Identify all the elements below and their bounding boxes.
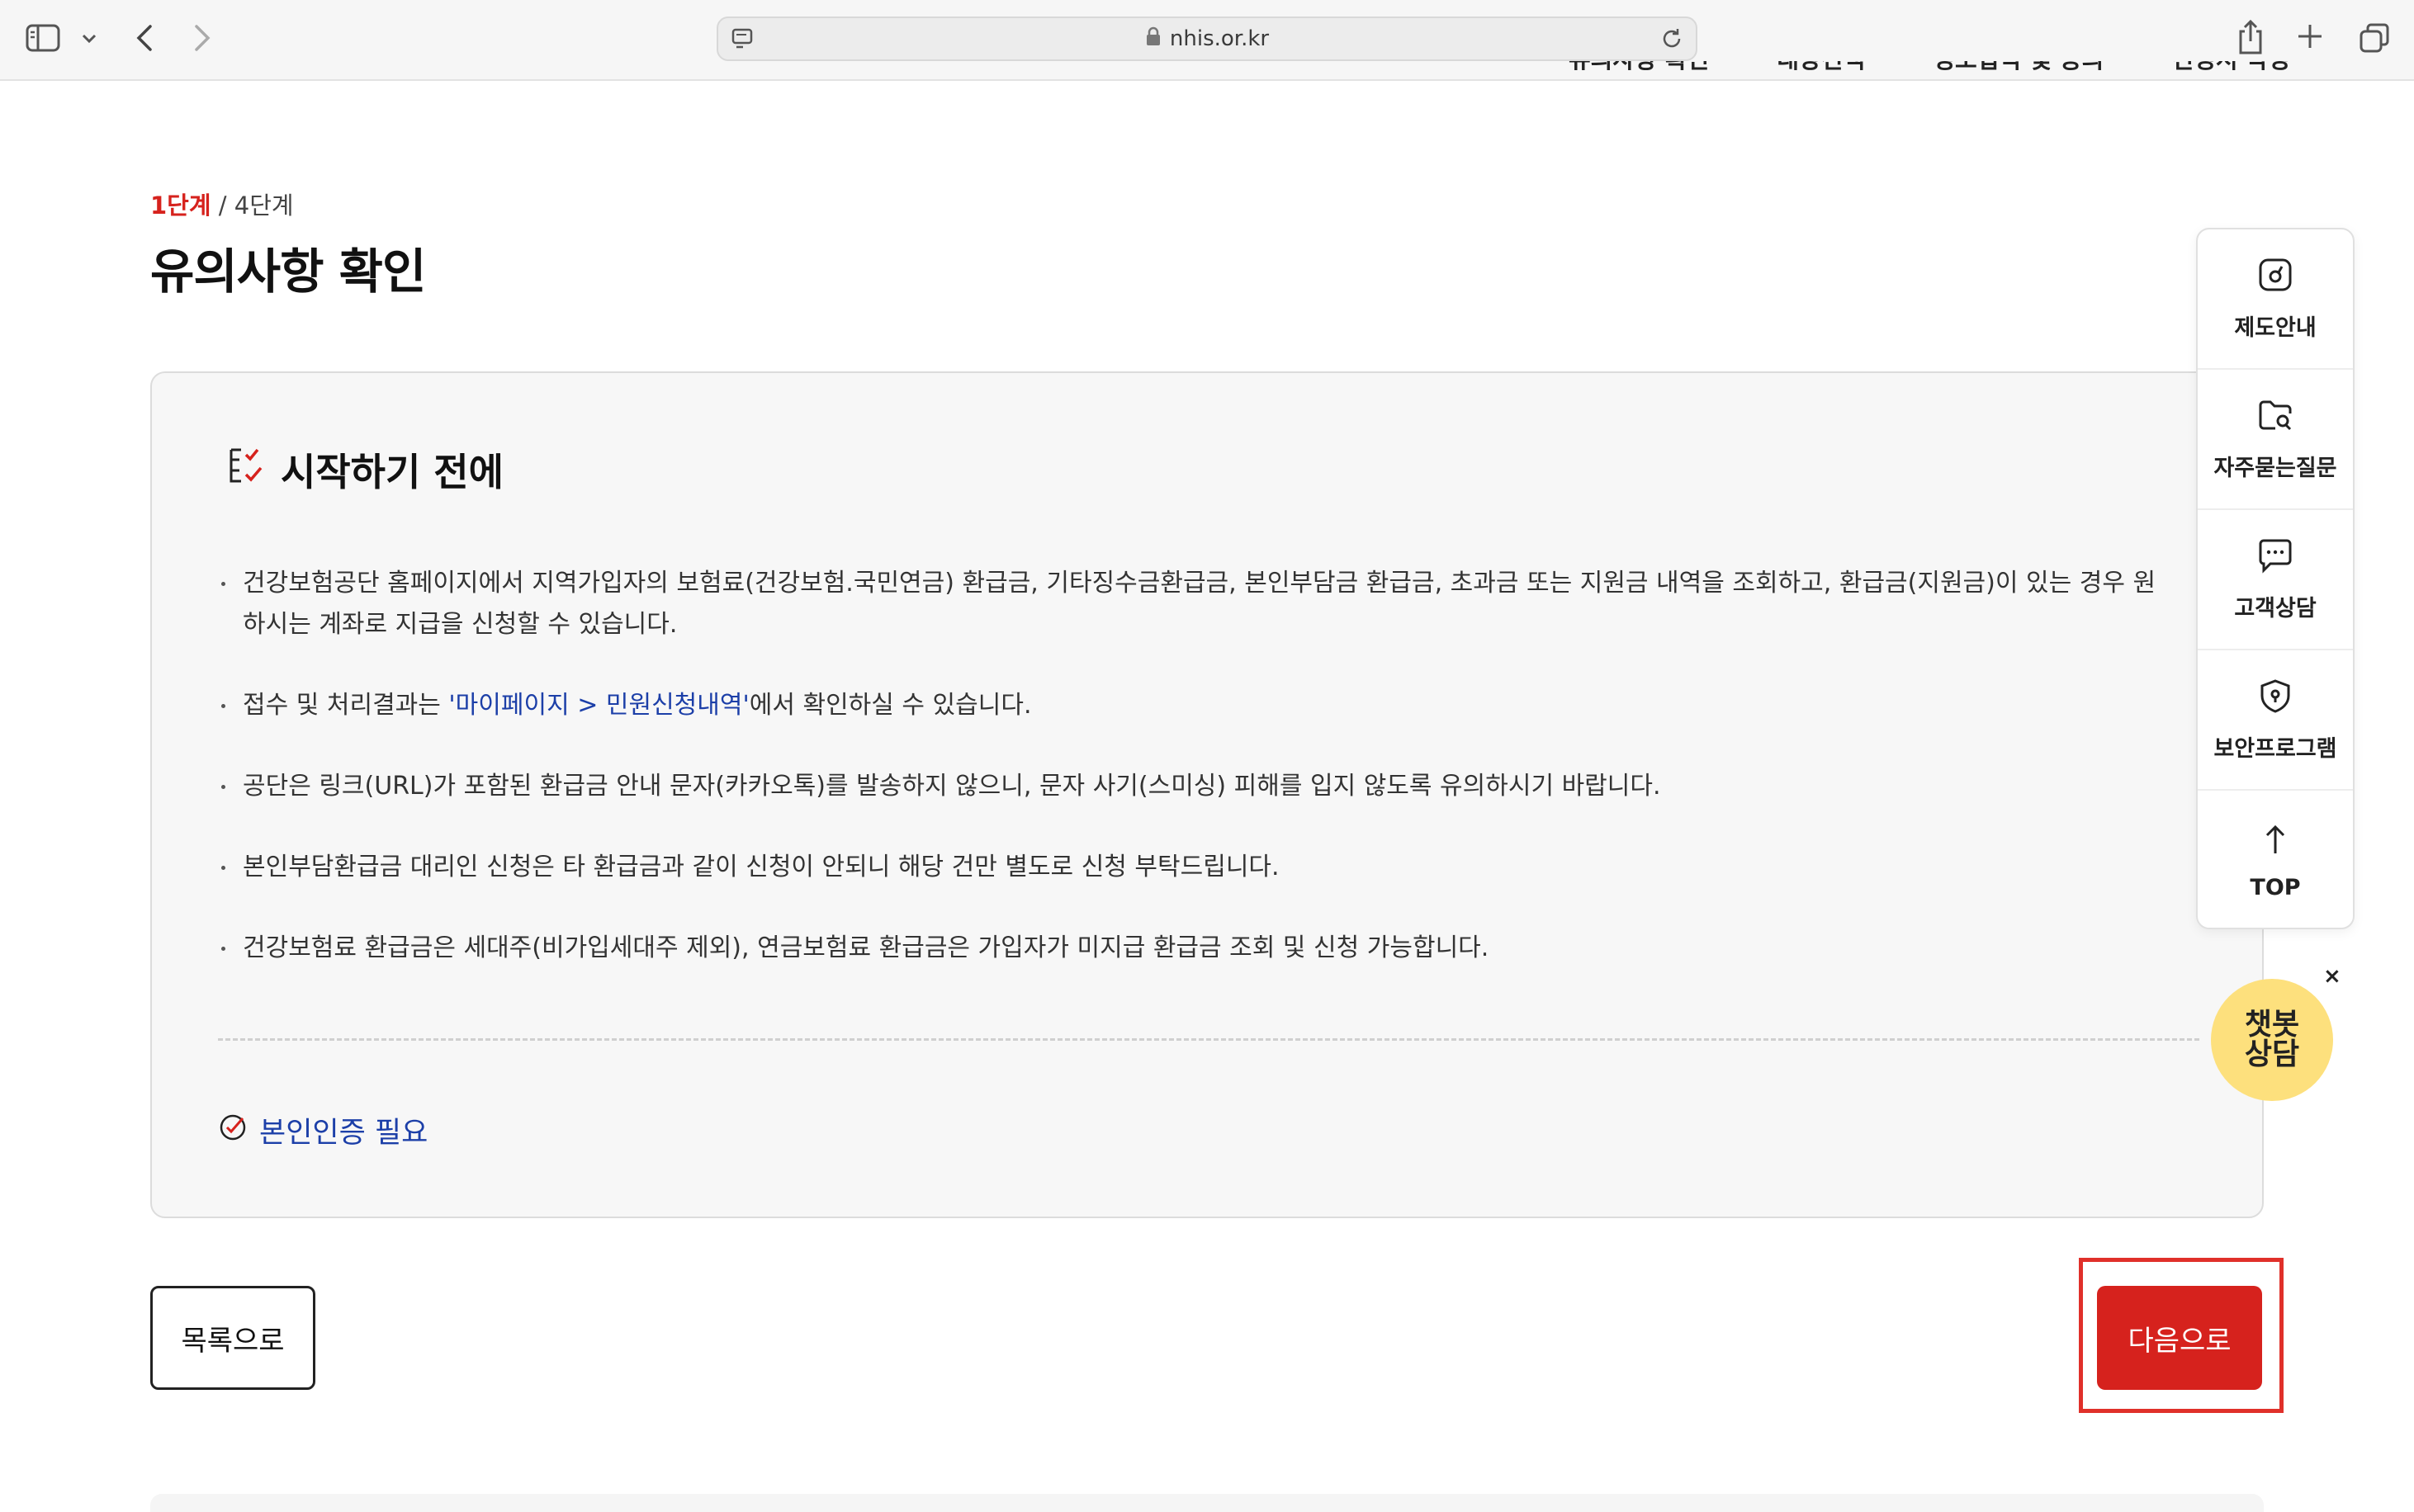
next-button[interactable]: 다음으로 bbox=[2097, 1286, 2262, 1390]
quick-menu: 제도안내 자주묻는질문 고객상담 보안프로그램 TOP bbox=[2196, 228, 2355, 929]
quick-item-label: 자주묻는질문 bbox=[2213, 455, 2337, 481]
notice-item-text: 공단은 링크(URL)가 포함된 환급금 안내 문자(카카오톡)를 발송하지 않… bbox=[243, 772, 1661, 801]
divider bbox=[218, 1038, 2199, 1041]
url-text: nhis.or.kr bbox=[1169, 26, 1270, 51]
shield-icon bbox=[2257, 678, 2293, 730]
total-steps: / 4단계 bbox=[211, 191, 294, 220]
notice-item-text: 접수 및 처리결과는 bbox=[243, 691, 449, 720]
notice-title: 시작하기 전에 bbox=[281, 450, 504, 494]
quick-item-label: TOP bbox=[2250, 874, 2301, 900]
page-title: 유의사항 확인 bbox=[150, 243, 426, 300]
tab-overview-icon[interactable] bbox=[2358, 21, 2391, 54]
step-nav-item[interactable]: 대상선택 bbox=[1777, 61, 1865, 94]
step-nav-item[interactable]: 정보입력 및 동의 bbox=[1933, 61, 2104, 94]
quick-item-label: 고객상담 bbox=[2234, 595, 2317, 621]
current-step: 1단계 bbox=[150, 191, 211, 220]
sidebar-toggle-icon[interactable] bbox=[25, 21, 61, 54]
chatbot-button[interactable]: 챗봇 상담 bbox=[2211, 979, 2333, 1101]
new-tab-icon[interactable] bbox=[2295, 21, 2325, 51]
mypage-link[interactable]: '마이페이지 > 민원신청내역' bbox=[448, 691, 749, 720]
notice-heading: 시작하기 전에 bbox=[225, 442, 504, 497]
step-nav-item[interactable]: 신청서 작성 bbox=[2171, 61, 2290, 94]
notice-item-text: 건강보험공단 홈페이지에서 지역가입자의 보험료(건강보험.국민연금) 환급금,… bbox=[243, 569, 2156, 639]
quick-item-faq[interactable]: 자주묻는질문 bbox=[2198, 370, 2353, 510]
arrow-up-icon bbox=[2257, 822, 2293, 875]
notice-list: 건강보험공단 홈페이지에서 지역가입자의 보험료(건강보험.국민연금) 환급금,… bbox=[218, 563, 2166, 1009]
check-circle-icon bbox=[218, 1112, 259, 1149]
footer bbox=[150, 1494, 2264, 1512]
quick-item-top[interactable]: TOP bbox=[2198, 791, 2353, 931]
address-bar[interactable]: nhis.or.kr bbox=[717, 17, 1697, 61]
chevron-down-icon[interactable] bbox=[79, 28, 99, 48]
notice-item: 접수 및 처리결과는 '마이페이지 > 민원신청내역'에서 확인하실 수 있습니… bbox=[218, 685, 2166, 726]
notice-item: 공단은 링크(URL)가 포함된 환급금 안내 문자(카카오톡)를 발송하지 않… bbox=[218, 766, 2166, 807]
notice-item-text: 본인부담환급금 대리인 신청은 타 환급금과 같이 신청이 안되니 해당 건만 … bbox=[243, 853, 1280, 881]
notice-item: 본인부담환급금 대리인 신청은 타 환급금과 같이 신청이 안되니 해당 건만 … bbox=[218, 847, 2166, 888]
chat-icon bbox=[2257, 537, 2293, 590]
share-icon[interactable] bbox=[2236, 18, 2265, 56]
auth-required: 본인인증 필요 bbox=[218, 1109, 428, 1151]
lock-icon bbox=[1145, 26, 1162, 52]
notice-item: 건강보험공단 홈페이지에서 지역가입자의 보험료(건강보험.국민연금) 환급금,… bbox=[218, 563, 2166, 645]
notice-item: 건강보험료 환급금은 세대주(비가입세대주 제외), 연금보험료 환급금은 가입… bbox=[218, 928, 2166, 969]
notice-item-text: 에서 확인하실 수 있습니다. bbox=[749, 691, 1032, 720]
reload-icon[interactable] bbox=[1659, 26, 1684, 51]
chatbot-close-icon[interactable]: × bbox=[2323, 964, 2341, 989]
step-navigation: 유의사항 확인 대상선택 정보입력 및 동의 신청서 작성 bbox=[1569, 61, 2290, 94]
auth-label: 본인인증 필요 bbox=[259, 1117, 428, 1150]
quick-item-guide[interactable]: 제도안내 bbox=[2198, 229, 2353, 370]
quick-item-security[interactable]: 보안프로그램 bbox=[2198, 650, 2353, 791]
checklist-icon bbox=[225, 443, 281, 497]
step-nav-item[interactable]: 유의사항 확인 bbox=[1569, 61, 1709, 94]
step-indicator: 1단계 / 4단계 bbox=[150, 187, 294, 221]
quick-item-consult[interactable]: 고객상담 bbox=[2198, 510, 2353, 650]
back-icon[interactable] bbox=[132, 21, 159, 54]
quick-item-label: 제도안내 bbox=[2234, 314, 2317, 341]
quick-item-label: 보안프로그램 bbox=[2213, 735, 2337, 762]
list-button[interactable]: 목록으로 bbox=[150, 1286, 315, 1390]
folder-search-icon bbox=[2257, 397, 2293, 450]
document-icon bbox=[2257, 257, 2293, 309]
notice-box: 시작하기 전에 건강보험공단 홈페이지에서 지역가입자의 보험료(건강보험.국민… bbox=[150, 371, 2264, 1218]
notice-item-text: 건강보험료 환급금은 세대주(비가입세대주 제외), 연금보험료 환급금은 가입… bbox=[243, 933, 1489, 962]
forward-icon[interactable] bbox=[188, 21, 215, 54]
